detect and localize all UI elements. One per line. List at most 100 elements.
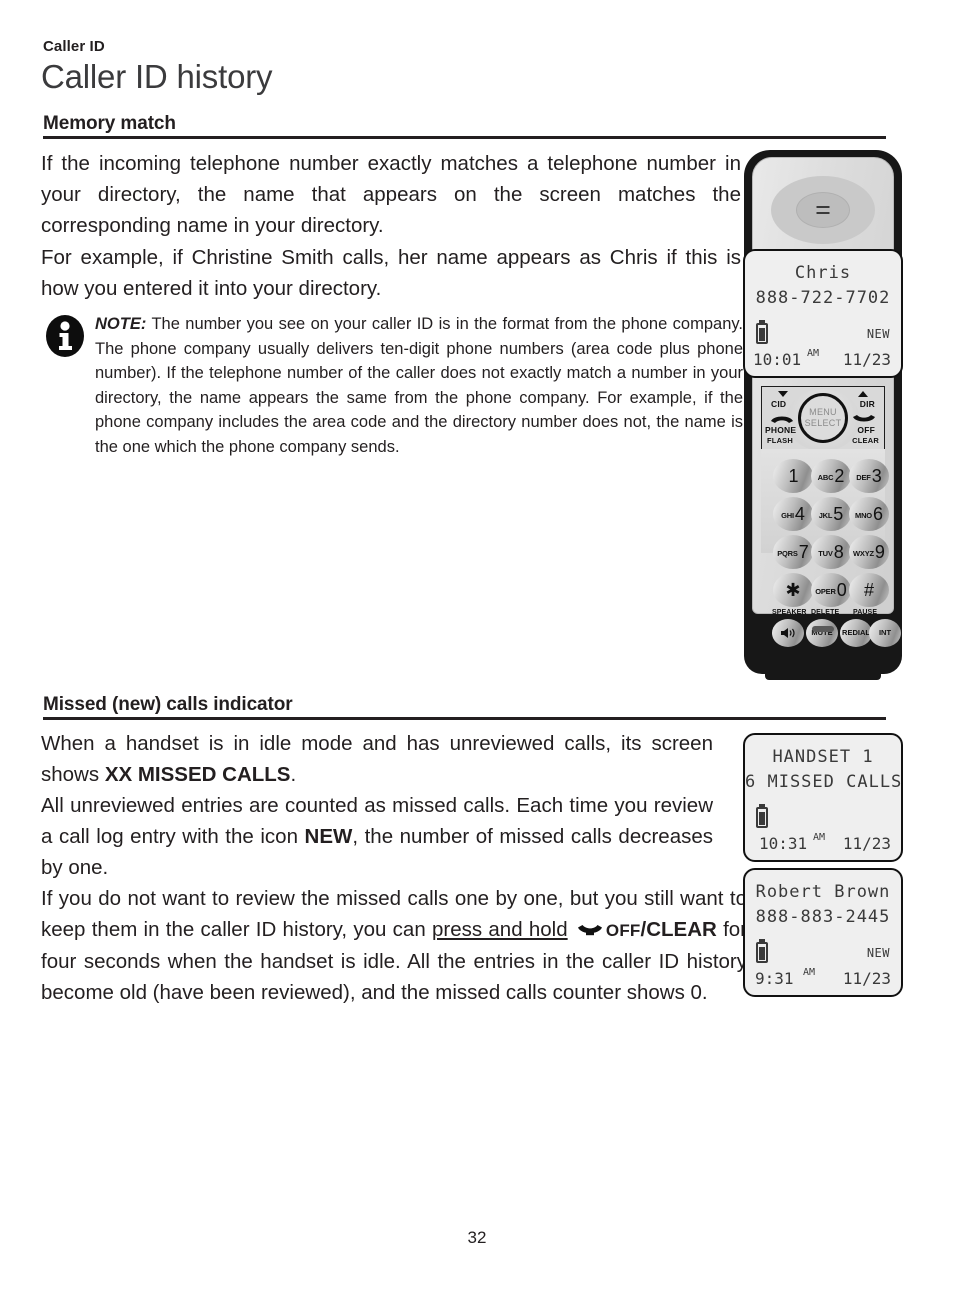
key-0[interactable]: OPER 0: [811, 573, 851, 607]
key-4[interactable]: GHI 4: [773, 497, 813, 531]
caller-entry-screen-ampm: AM: [803, 967, 816, 978]
select-label: SELECT: [804, 418, 842, 428]
section-rule: [43, 136, 886, 139]
caller-entry-screen-name: Robert Brown: [755, 882, 891, 902]
note-body: The number you see on your caller ID is …: [95, 315, 743, 456]
caller-entry-screen-new-badge: NEW: [866, 946, 890, 960]
menu-select-button[interactable]: MENU SELECT: [798, 393, 848, 443]
memory-match-screen-date: 11/23: [842, 350, 891, 369]
delete-function-label: DELETE: [811, 609, 840, 616]
paragraph-missed-calls-3: If you do not want to review the missed …: [41, 883, 747, 1008]
key-7-digit: 7: [798, 542, 809, 562]
talk-phone-icon: [771, 416, 793, 423]
redial-button[interactable]: REDIAL: [840, 619, 872, 647]
menu-label: MENU: [809, 407, 837, 417]
speaker-function-label: SPEAKER: [772, 609, 807, 616]
battery-icon: [756, 942, 768, 963]
int-label: INT: [878, 628, 892, 638]
para1-bold: XX MISSED CALLS: [104, 763, 291, 786]
missed-calls-screen-time: 10:31: [759, 834, 808, 853]
key-5[interactable]: JKL 5: [811, 497, 851, 531]
off-hook-phone-icon: [577, 915, 603, 936]
memory-match-screen-ampm: AM: [807, 348, 820, 359]
battery-icon: [756, 323, 768, 344]
key-1-digit: 1: [788, 466, 799, 486]
paragraph-missed-calls-2: All unreviewed entries are counted as mi…: [41, 790, 713, 883]
key-star[interactable]: ✱: [773, 573, 813, 607]
chevron-down-icon: [778, 391, 788, 397]
paragraph-memory-match-1: If the incoming telephone number exactly…: [41, 152, 741, 237]
key-3-letters: DEF: [856, 473, 871, 482]
key-pound-digit: #: [863, 580, 874, 600]
speaker-button[interactable]: [772, 619, 804, 647]
key-3-digit: 3: [871, 466, 882, 486]
section-heading-missed-calls: Missed (new) calls indicator: [43, 694, 293, 715]
handset-faceplate: MENU SELECT CID DIR PHONE FLASH OFF CLEA…: [752, 157, 901, 647]
memory-match-screen-time: 10:01: [753, 350, 802, 369]
key-2-digit: 2: [834, 466, 845, 486]
key-6[interactable]: MNO 6: [849, 497, 889, 531]
page-number: 32: [467, 1228, 487, 1247]
note-label: NOTE:: [95, 315, 147, 333]
key-3[interactable]: DEF 3: [849, 459, 889, 493]
charging-notch: [812, 626, 834, 632]
key-6-letters: MNO: [855, 511, 872, 520]
flash-key-label[interactable]: FLASH: [767, 436, 793, 445]
info-icon: [46, 315, 84, 357]
earpiece: [771, 176, 875, 244]
mute-button[interactable]: MUTE: [806, 619, 838, 647]
earpiece-grille: [796, 192, 850, 228]
key-9-letters: WXYZ: [853, 549, 874, 558]
key-0-digit: 0: [836, 580, 847, 600]
memory-match-screen-new-badge: NEW: [866, 327, 890, 341]
chevron-up-icon: [858, 391, 868, 397]
clear-key-label[interactable]: CLEAR: [852, 436, 879, 445]
battery-icon: [756, 807, 768, 828]
missed-calls-screen-line1: HANDSET 1: [772, 747, 874, 767]
note-block: NOTE: The number you see on your caller …: [43, 312, 743, 459]
key-7-letters: PQRS: [777, 549, 798, 558]
key-8[interactable]: TUV 8: [811, 535, 851, 569]
cid-key-label[interactable]: CID: [771, 399, 786, 409]
caller-entry-screen-number: 888-883-2445: [755, 907, 891, 927]
key-pound[interactable]: #: [849, 573, 889, 607]
key-9[interactable]: WXYZ 9: [849, 535, 889, 569]
key-0-letters: OPER: [815, 587, 836, 596]
intercom-button[interactable]: INT: [869, 619, 901, 647]
page-title: Caller ID history: [41, 58, 273, 95]
dir-key-label[interactable]: DIR: [860, 399, 875, 409]
paragraph-missed-calls-1: When a handset is in idle mode and has u…: [41, 728, 713, 790]
memory-match-screen-name: Chris: [794, 263, 852, 283]
key-8-letters: TUV: [818, 549, 833, 558]
caller-entry-screen-date: 11/23: [842, 969, 891, 988]
phone-key-label[interactable]: PHONE: [765, 425, 796, 435]
key-4-letters: GHI: [781, 511, 794, 520]
pause-function-label: PAUSE: [853, 609, 878, 616]
para3-press-and-hold: press and hold: [432, 918, 568, 941]
section-rule-2: [43, 717, 886, 720]
key-star-digit: ✱: [785, 580, 801, 600]
navigation-key-block: MENU SELECT CID DIR PHONE FLASH OFF CLEA…: [761, 386, 885, 451]
missed-calls-screen-line2: 6 MISSED CALLS: [745, 772, 903, 792]
para3-clear-label: /CLEAR: [640, 918, 717, 941]
handset-illustration: MENU SELECT CID DIR PHONE FLASH OFF CLEA…: [744, 150, 902, 680]
key-1[interactable]: 1: [773, 459, 813, 493]
missed-calls-screen-ampm: AM: [813, 832, 826, 843]
key-8-digit: 8: [833, 542, 844, 562]
running-head: Caller ID: [43, 38, 105, 55]
speaker-icon: [781, 628, 795, 638]
memory-match-screen-number: 888-722-7702: [755, 288, 891, 308]
paragraph-memory-match-2: For example, if Christine Smith calls, h…: [41, 246, 741, 300]
key-9-digit: 9: [874, 542, 885, 562]
redial-label: REDIAL: [842, 628, 870, 638]
missed-calls-screen-date: 11/23: [842, 834, 891, 853]
off-key-label[interactable]: OFF: [857, 425, 875, 435]
key-6-digit: 6: [872, 504, 883, 524]
handset-base-edge: [765, 671, 881, 680]
para1-part3: .: [290, 763, 297, 786]
key-4-digit: 4: [794, 504, 805, 524]
key-2[interactable]: ABC 2: [811, 459, 851, 493]
key-7[interactable]: PQRS 7: [773, 535, 813, 569]
para3-off-label: OFF: [605, 921, 641, 940]
key-5-digit: 5: [833, 504, 844, 524]
